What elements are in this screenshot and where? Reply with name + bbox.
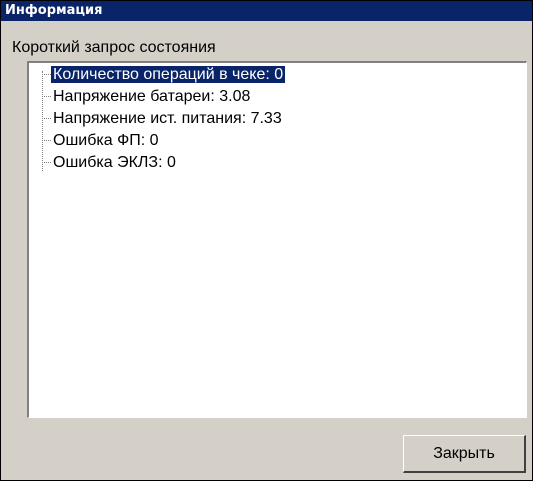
tree-connector <box>42 118 51 120</box>
tree-item-label: Напряжение батареи: 3.08 <box>53 88 251 105</box>
tree-item-fp-error[interactable]: Ошибка ФП: 0 <box>42 131 161 151</box>
tree-connector <box>42 74 51 76</box>
tree-connector <box>42 96 51 98</box>
tree-item-label: Ошибка ФП: 0 <box>53 132 159 149</box>
info-dialog: Информация Короткий запрос состояния Кол… <box>0 0 533 481</box>
tree-item-label: Ошибка ЭКЛЗ: 0 <box>53 154 176 171</box>
tree-item-battery-voltage[interactable]: Напряжение батареи: 3.08 <box>42 87 252 107</box>
status-tree-view[interactable]: Количество операций в чеке: 0 Напряжение… <box>27 61 527 418</box>
window-title: Информация <box>1 1 532 21</box>
tree-item-label: Количество операций в чеке: 0 <box>51 66 286 83</box>
tree-item-label: Напряжение ист. питания: 7.33 <box>53 110 282 127</box>
tree-item-receipt-operations[interactable]: Количество операций в чеке: 0 <box>42 65 286 85</box>
query-header-label: Короткий запрос состояния <box>12 39 216 56</box>
tree-item-eklz-error[interactable]: Ошибка ЭКЛЗ: 0 <box>42 153 178 173</box>
tree-connector <box>42 162 51 164</box>
close-button[interactable]: Закрыть <box>403 435 526 473</box>
tree-item-power-voltage[interactable]: Напряжение ист. питания: 7.33 <box>42 109 284 129</box>
tree-connector <box>42 140 51 142</box>
